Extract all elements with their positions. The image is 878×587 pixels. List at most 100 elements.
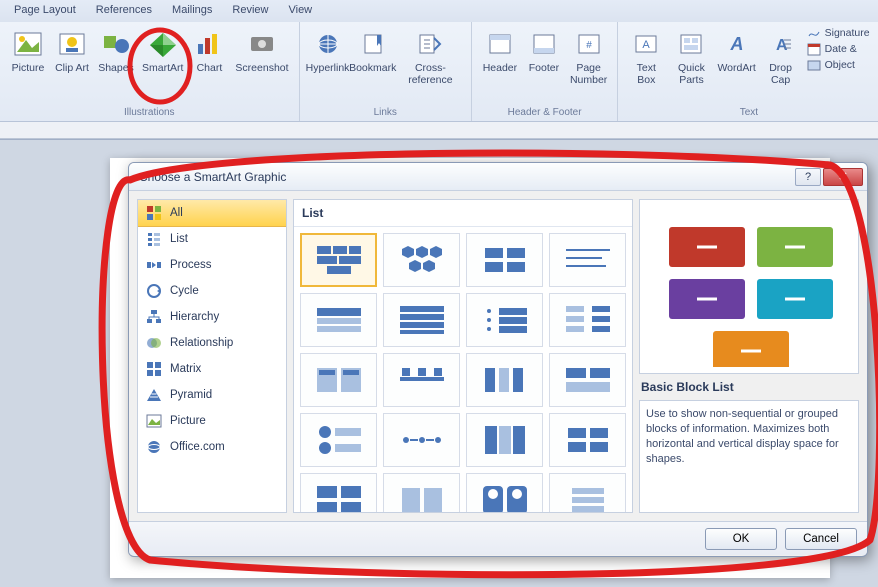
matrix-icon <box>146 361 162 377</box>
gallery-item-3[interactable] <box>549 233 626 287</box>
gallery-item-0[interactable] <box>300 233 377 287</box>
pagenumber-label: Page Number <box>570 62 607 86</box>
dialog-close-button[interactable]: ✕ <box>823 168 863 186</box>
category-relationship[interactable]: Relationship <box>138 330 286 356</box>
smartart-label: SmartArt <box>142 62 183 74</box>
category-all[interactable]: All <box>137 199 287 227</box>
gallery-item-7[interactable] <box>549 293 626 347</box>
category-label: List <box>170 233 188 245</box>
group-label-text: Text <box>624 105 873 121</box>
tab-references[interactable]: References <box>86 0 162 22</box>
category-label: Office.com <box>170 441 225 453</box>
header-button[interactable]: Header <box>478 24 522 105</box>
gallery-item-18[interactable] <box>466 473 543 512</box>
textbox-label: Text Box <box>628 62 664 86</box>
category-label: Relationship <box>170 337 233 349</box>
gallery-item-12[interactable] <box>300 413 377 467</box>
ribbon-group-links: Hyperlink Bookmark Cross-reference Links <box>300 22 472 121</box>
category-office-com[interactable]: Office.com <box>138 434 286 460</box>
category-hierarchy[interactable]: Hierarchy <box>138 304 286 330</box>
ok-button[interactable]: OK <box>705 528 777 550</box>
office-icon <box>146 439 162 455</box>
cancel-button[interactable]: Cancel <box>785 528 857 550</box>
hyperlink-button[interactable]: Hyperlink <box>306 24 350 105</box>
picture-label: Picture <box>12 62 45 74</box>
pyramid-icon <box>146 387 162 403</box>
gallery-item-13[interactable] <box>383 413 460 467</box>
picture-button[interactable]: Picture <box>6 24 50 105</box>
category-label: Hierarchy <box>170 311 219 323</box>
quickparts-label: Quick Parts <box>672 62 710 86</box>
textbox-button[interactable]: AText Box <box>624 24 668 105</box>
category-process[interactable]: Process <box>138 252 286 278</box>
gallery-item-10[interactable] <box>466 353 543 407</box>
wordart-icon: A <box>721 28 753 60</box>
dropcap-button[interactable]: ADrop Cap <box>759 24 803 105</box>
dialog-titlebar[interactable]: Choose a SmartArt Graphic ? ✕ <box>129 163 867 191</box>
wordart-label: WordArt <box>717 62 755 74</box>
date-icon <box>807 42 821 56</box>
gallery-grid <box>294 227 632 512</box>
date-button[interactable]: Date & <box>807 42 870 56</box>
category-pyramid[interactable]: Pyramid <box>138 382 286 408</box>
category-label: Matrix <box>170 363 201 375</box>
dialog-title: Choose a SmartArt Graphic <box>139 170 793 184</box>
gallery-item-14[interactable] <box>466 413 543 467</box>
ribbon: Picture Clip Art Shapes SmartArt Chart S… <box>0 22 878 122</box>
gallery-item-8[interactable] <box>300 353 377 407</box>
bookmark-label: Bookmark <box>349 62 396 74</box>
wordart-button[interactable]: A WordArt <box>715 24 759 105</box>
group-label-headerfooter: Header & Footer <box>478 105 611 121</box>
svg-text:#: # <box>586 40 592 51</box>
chart-button[interactable]: Chart <box>187 24 231 105</box>
gallery-item-11[interactable] <box>549 353 626 407</box>
category-list[interactable]: List <box>138 226 286 252</box>
gallery-item-9[interactable] <box>383 353 460 407</box>
smartart-button[interactable]: SmartArt <box>138 24 187 105</box>
screenshot-button[interactable]: Screenshot <box>231 24 292 105</box>
object-label: Object <box>825 59 855 71</box>
quickparts-button[interactable]: Quick Parts <box>668 24 714 105</box>
gallery-item-2[interactable] <box>466 233 543 287</box>
preview-description: Use to show non-sequential or grouped bl… <box>639 400 859 513</box>
category-list: All List Process Cycle Hierarchy Relationship… <box>137 199 287 513</box>
gallery-panel: List <box>293 199 633 513</box>
gallery-item-5[interactable] <box>383 293 460 347</box>
shapes-button[interactable]: Shapes <box>94 24 138 105</box>
gallery-item-17[interactable] <box>383 473 460 512</box>
category-matrix[interactable]: Matrix <box>138 356 286 382</box>
footer-button[interactable]: Footer <box>522 24 566 105</box>
gallery-item-6[interactable] <box>466 293 543 347</box>
dialog-footer: OK Cancel <box>129 521 867 555</box>
picture-icon <box>12 28 44 60</box>
clipart-button[interactable]: Clip Art <box>50 24 94 105</box>
crossref-button[interactable]: Cross-reference <box>396 24 465 105</box>
signature-button[interactable]: Signature <box>807 26 870 40</box>
gallery-item-1[interactable] <box>383 233 460 287</box>
all-icon <box>146 205 162 221</box>
group-label-links: Links <box>306 105 465 121</box>
category-picture[interactable]: Picture <box>138 408 286 434</box>
gallery-item-19[interactable] <box>549 473 626 512</box>
category-label: Process <box>170 259 212 271</box>
picture-cat-icon <box>146 413 162 429</box>
pagenumber-button[interactable]: # Page Number <box>566 24 611 105</box>
object-button[interactable]: Object <box>807 58 870 72</box>
dialog-help-button[interactable]: ? <box>795 168 821 186</box>
dropcap-icon: A <box>765 28 797 60</box>
bookmark-button[interactable]: Bookmark <box>350 24 396 105</box>
tab-view[interactable]: View <box>278 0 322 22</box>
smartart-icon <box>147 28 179 60</box>
category-cycle[interactable]: Cycle <box>138 278 286 304</box>
tab-mailings[interactable]: Mailings <box>162 0 222 22</box>
preview-panel: Basic Block List Use to show non-sequent… <box>639 199 859 513</box>
tab-review[interactable]: Review <box>222 0 278 22</box>
gallery-item-15[interactable] <box>549 413 626 467</box>
clipart-label: Clip Art <box>55 62 89 74</box>
ribbon-group-text: AText Box Quick Parts AWordArt ADrop Cap… <box>618 22 878 121</box>
tab-page-layout[interactable]: Page Layout <box>4 0 86 22</box>
group-label-illustrations: Illustrations <box>6 105 293 121</box>
gallery-item-16[interactable] <box>300 473 377 512</box>
date-label: Date & <box>825 43 857 55</box>
gallery-item-4[interactable] <box>300 293 377 347</box>
